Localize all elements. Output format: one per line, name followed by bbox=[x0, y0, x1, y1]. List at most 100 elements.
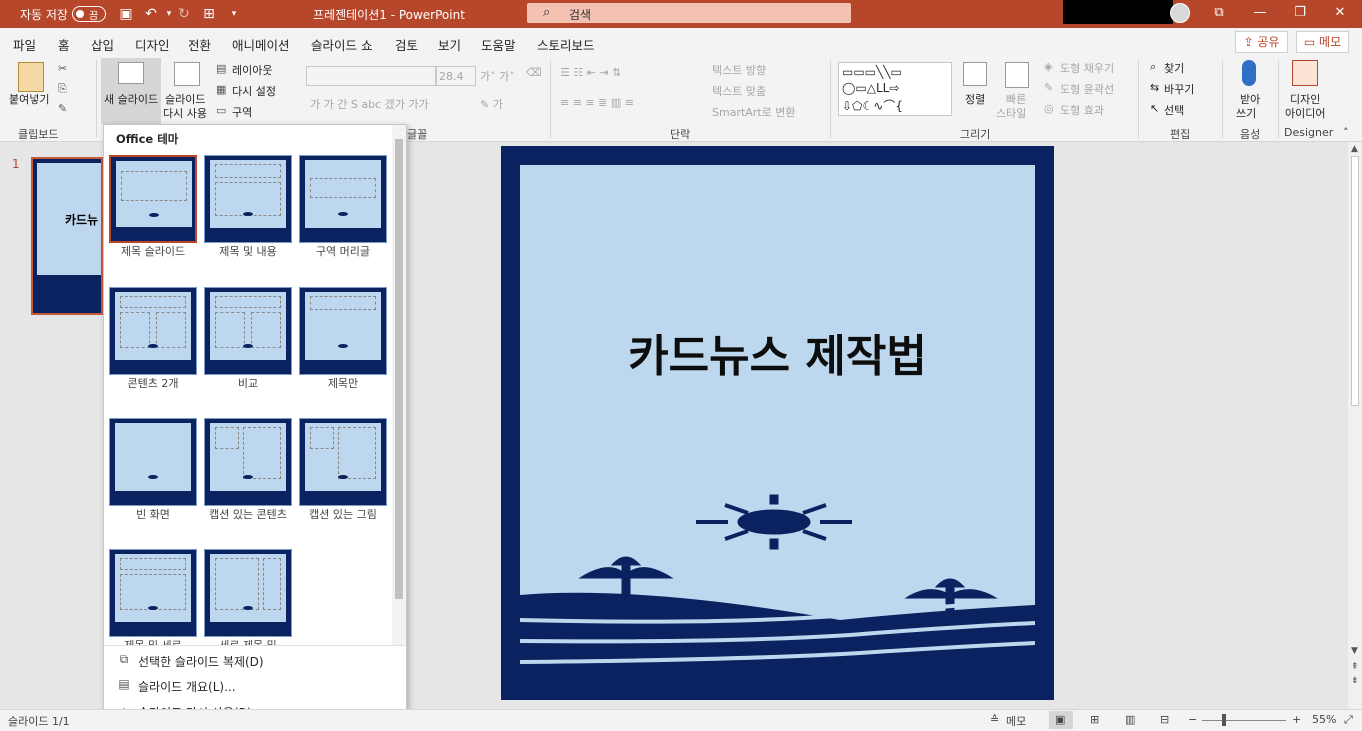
shapes-gallery[interactable]: ▭▭▭╲╲▭ ◯▭△ᒪᒪ⇨ ⇩⬠☾∿⌒{ bbox=[838, 62, 952, 116]
layout-two-content[interactable] bbox=[109, 287, 197, 375]
tab-insert[interactable]: 삽입 bbox=[91, 35, 114, 54]
new-slide-label[interactable]: 새 슬라이드 bbox=[104, 91, 158, 107]
cut-icon[interactable]: ✂ bbox=[58, 62, 67, 75]
tab-review[interactable]: 검토 bbox=[395, 35, 418, 54]
shape-effects-button[interactable]: 도형 효과 bbox=[1060, 102, 1104, 118]
normal-view-button[interactable]: ▣ bbox=[1049, 711, 1073, 729]
reuse-slides-icon[interactable] bbox=[174, 62, 200, 86]
fit-to-window-icon[interactable]: ⤢ bbox=[1344, 713, 1353, 727]
find-button[interactable]: 찾기 bbox=[1164, 60, 1184, 76]
minimize-icon[interactable]: — bbox=[1248, 3, 1272, 23]
zoom-slider-thumb[interactable] bbox=[1222, 714, 1226, 726]
autosave-toggle[interactable]: 끔 bbox=[72, 6, 106, 22]
layout-comparison[interactable] bbox=[204, 287, 292, 375]
slide[interactable]: 카드뉴스 제작법 bbox=[501, 146, 1054, 700]
restore-icon[interactable]: ❐ bbox=[1288, 3, 1312, 23]
quick-styles-icon[interactable] bbox=[1005, 62, 1029, 88]
bullets-icon[interactable]: ☰ ☷ ⇤ ⇥ ⇅ bbox=[560, 66, 621, 79]
slide-sorter-icon[interactable]: ⊞ bbox=[1090, 713, 1099, 726]
layout-content-with-caption[interactable] bbox=[204, 418, 292, 506]
layout-picture-with-caption[interactable] bbox=[299, 418, 387, 506]
format-painter-icon[interactable]: ✎ bbox=[58, 102, 67, 115]
search-box[interactable]: ⌕ 검색 bbox=[527, 3, 851, 23]
comments-button[interactable]: ▭ 메모 bbox=[1296, 31, 1349, 53]
close-icon[interactable]: ✕ bbox=[1328, 3, 1352, 23]
shape-fill-button[interactable]: 도형 채우기 bbox=[1060, 60, 1114, 76]
font-format-row[interactable]: 가 가 간 S abc 갰가 가가 bbox=[310, 96, 429, 112]
ribbon-tabs: 파일 홈 삽입 디자인 전환 애니메이션 슬라이드 쇼 검토 보기 도움말 스토… bbox=[0, 28, 1362, 60]
present-icon[interactable]: ⊞ bbox=[200, 5, 218, 23]
paste-icon[interactable] bbox=[18, 62, 44, 92]
tab-view[interactable]: 보기 bbox=[438, 35, 461, 54]
scroll-down-icon[interactable]: ▼ bbox=[1351, 646, 1358, 656]
grow-font-icon[interactable]: 가˄ 가˅ bbox=[480, 68, 515, 84]
align-icons[interactable]: ≡ ≡ ≡ ≣ ▥ ≡ bbox=[560, 96, 634, 109]
slideshow-icon[interactable]: ⊟ bbox=[1160, 713, 1169, 726]
next-slide-icon[interactable]: ⇟ bbox=[1351, 676, 1359, 686]
copy-icon[interactable]: ⎘ bbox=[58, 82, 67, 96]
redo-icon[interactable]: ↻ bbox=[175, 5, 193, 23]
dictate-label-2[interactable]: 쓰기 bbox=[1236, 105, 1256, 121]
reset-button[interactable]: 다시 설정 bbox=[232, 83, 276, 99]
highlight-icon[interactable]: ✎ 가 bbox=[480, 96, 503, 112]
tab-transitions[interactable]: 전환 bbox=[188, 35, 211, 54]
prev-slide-icon[interactable]: ⇞ bbox=[1351, 662, 1359, 672]
avatar[interactable] bbox=[1170, 3, 1190, 23]
layout-title-and-content[interactable] bbox=[204, 155, 292, 243]
slides-from-outline-command[interactable]: ▤ 슬라이드 개요(L)... bbox=[112, 673, 402, 697]
tab-help[interactable]: 도움말 bbox=[481, 35, 516, 54]
notes-button[interactable]: 메모 bbox=[1006, 713, 1026, 729]
layout-section-header[interactable] bbox=[299, 155, 387, 243]
ribbon-display-icon[interactable]: ⧉ bbox=[1207, 3, 1231, 23]
font-family-select[interactable] bbox=[306, 66, 436, 86]
scrollbar-thumb[interactable] bbox=[1351, 156, 1359, 406]
section-button[interactable]: 구역 bbox=[232, 104, 252, 120]
text-direction-button[interactable]: 텍스트 방향 bbox=[712, 62, 766, 78]
clear-format-icon[interactable]: ⌫ bbox=[526, 66, 542, 79]
vertical-scrollbar[interactable]: ▲ ▼ ⇞ ⇟ bbox=[1348, 142, 1362, 709]
layout-blank[interactable] bbox=[109, 418, 197, 506]
tab-file[interactable]: 파일 bbox=[13, 35, 36, 54]
layout-title-only[interactable] bbox=[299, 287, 387, 375]
quick-styles-label-2[interactable]: 스타일 bbox=[996, 105, 1026, 121]
layout-label: 세로 제목 및 bbox=[198, 637, 298, 645]
smartart-button[interactable]: SmartArt로 변환 bbox=[712, 104, 796, 120]
zoom-in-icon[interactable]: + bbox=[1292, 713, 1301, 726]
layout-title-vertical-text[interactable] bbox=[109, 549, 197, 637]
select-button[interactable]: 선택 bbox=[1164, 102, 1184, 118]
align-text-button[interactable]: 텍스트 맞춤 bbox=[712, 83, 766, 99]
dropdown-scroll-thumb[interactable] bbox=[395, 139, 403, 599]
customize-qat-icon[interactable]: ▾ bbox=[225, 5, 243, 23]
tab-storyboard[interactable]: 스토리보드 bbox=[537, 35, 595, 54]
reuse-label-2[interactable]: 다시 사용 bbox=[163, 105, 207, 121]
group-paragraph: 단락 bbox=[670, 128, 691, 141]
share-button[interactable]: ⇪ 공유 bbox=[1235, 31, 1288, 53]
designer-label-2[interactable]: 아이디어 bbox=[1285, 105, 1325, 121]
collapse-ribbon-icon[interactable]: ˄ bbox=[1343, 126, 1349, 139]
font-size-select[interactable]: 28.4 bbox=[436, 66, 476, 86]
tab-design[interactable]: 디자인 bbox=[135, 35, 170, 54]
microphone-icon[interactable] bbox=[1242, 60, 1256, 86]
layout-button[interactable]: 레이아웃 bbox=[232, 62, 272, 78]
zoom-slider[interactable] bbox=[1202, 720, 1286, 721]
tab-animations[interactable]: 애니메이션 bbox=[232, 35, 290, 54]
replace-button[interactable]: 바꾸기 bbox=[1164, 81, 1194, 97]
arrange-button[interactable]: 정렬 bbox=[965, 91, 985, 107]
zoom-level[interactable]: 55% bbox=[1312, 713, 1336, 726]
duplicate-slide-command[interactable]: ⧉ 선택한 슬라이드 복제(D) bbox=[112, 648, 402, 672]
zoom-out-icon[interactable]: − bbox=[1188, 713, 1197, 726]
arrange-icon[interactable] bbox=[963, 62, 987, 86]
reading-view-icon[interactable]: ▥ bbox=[1125, 713, 1135, 726]
designer-icon[interactable] bbox=[1292, 60, 1318, 86]
undo-icon[interactable]: ↶ bbox=[142, 5, 160, 23]
tab-slideshow[interactable]: 슬라이드 쇼 bbox=[311, 35, 372, 54]
dropdown-scrollbar[interactable] bbox=[392, 125, 406, 645]
scroll-up-icon[interactable]: ▲ bbox=[1351, 144, 1358, 154]
layout-title-slide[interactable] bbox=[109, 155, 197, 243]
shape-outline-button[interactable]: 도형 윤곽선 bbox=[1060, 81, 1114, 97]
save-icon[interactable]: ▣ bbox=[117, 5, 135, 23]
paste-label[interactable]: 붙여넣기 bbox=[9, 91, 49, 107]
slide-thumbnail[interactable]: 카드뉴 bbox=[31, 157, 103, 315]
layout-vertical-title-text[interactable] bbox=[204, 549, 292, 637]
account-name-redacted[interactable] bbox=[1063, 0, 1173, 24]
